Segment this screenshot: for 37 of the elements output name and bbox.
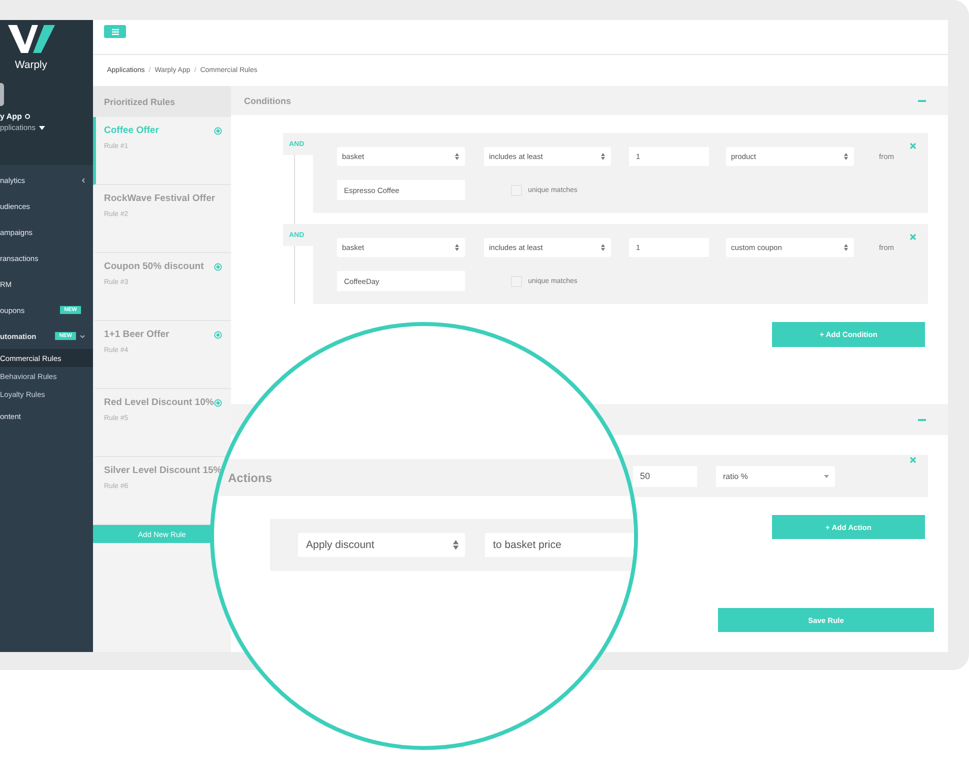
- target-icon[interactable]: [214, 330, 222, 338]
- close-icon[interactable]: [910, 234, 916, 240]
- rule-title: RockWave Festival Offer: [104, 193, 216, 204]
- select-arrows-icon: [601, 244, 605, 251]
- target-icon[interactable]: [214, 262, 222, 270]
- app-avatar: [0, 83, 4, 106]
- select-arrows-icon: [453, 540, 459, 550]
- chevron-left-icon: [82, 178, 85, 182]
- select-arrows-icon: [455, 244, 459, 251]
- menu-button[interactable]: [104, 25, 126, 38]
- chevron-down-icon: [80, 334, 85, 338]
- logo-icon: [8, 25, 56, 53]
- dropdown[interactable]: Apply discount: [298, 533, 465, 557]
- dropdown[interactable]: ratio %: [716, 466, 835, 486]
- menu-icon: [112, 28, 118, 34]
- select-arrows-icon: [455, 153, 459, 160]
- target-icon[interactable]: [214, 126, 222, 134]
- text-field[interactable]: to basket price: [485, 533, 634, 557]
- rule-title: Coffee Offer: [104, 125, 159, 136]
- rules-header: Prioritized Rules: [93, 86, 231, 117]
- select-arrows-icon: [844, 244, 848, 251]
- select-arrows-icon: [601, 153, 605, 160]
- close-icon[interactable]: [910, 457, 916, 463]
- panel-title: Conditions: [244, 96, 291, 106]
- status-icon: [24, 114, 30, 119]
- target-icon[interactable]: [214, 398, 222, 406]
- panel-title: Actions: [228, 470, 272, 484]
- amount-field[interactable]: 50: [633, 466, 697, 486]
- close-icon[interactable]: [910, 143, 916, 149]
- rule-title: 1+1 Beer Offer: [104, 329, 170, 340]
- rule-title: Coupon 50% discount: [104, 261, 204, 272]
- caret-icon: [39, 126, 46, 130]
- select-arrows-icon: [844, 153, 848, 160]
- rule-title: Red Level Discount 10%: [104, 397, 214, 408]
- logo-text: Warply: [14, 59, 48, 71]
- app-name: y App: [0, 112, 93, 121]
- caret-icon: [824, 474, 829, 478]
